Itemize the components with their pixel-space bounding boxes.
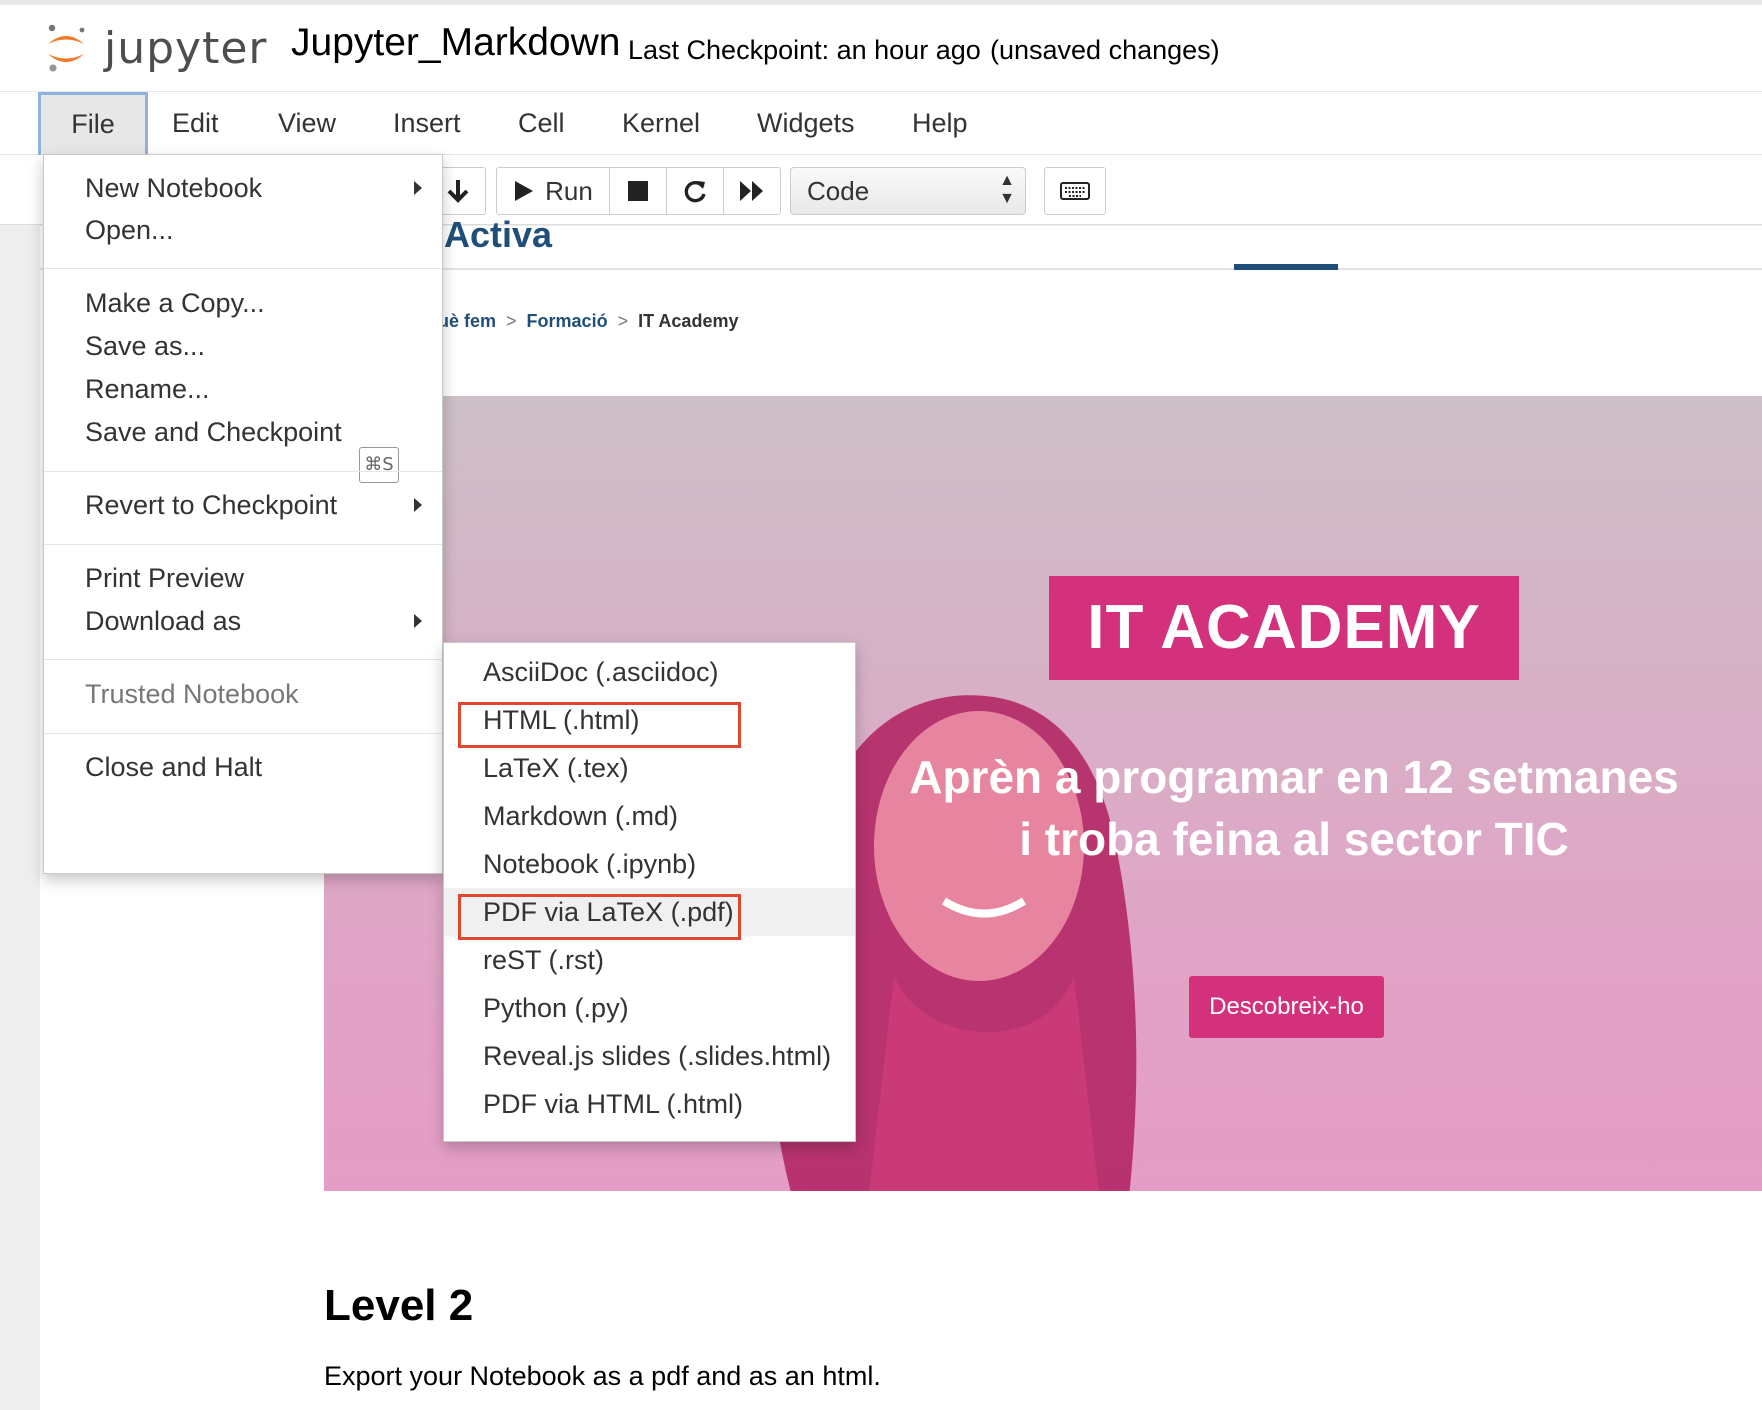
highlight-box-html	[458, 702, 741, 748]
menu-item-print-preview[interactable]: Print Preview	[85, 563, 244, 594]
jupyter-logo[interactable]: jupyter	[44, 17, 268, 79]
breadcrumb-item[interactable]: Formació	[527, 311, 608, 331]
menu-item-make-copy[interactable]: Make a Copy...	[85, 288, 265, 319]
file-menu-dropdown: New Notebook Open... Make a Copy... Save…	[43, 154, 443, 874]
menu-item-rename[interactable]: Rename...	[85, 374, 210, 405]
restart-icon	[684, 180, 706, 203]
notebook-name[interactable]: Jupyter_Markdown	[291, 21, 620, 65]
highlight-box-pdf-latex	[458, 894, 741, 940]
download-notebook[interactable]: Notebook (.ipynb)	[444, 840, 855, 888]
run-label: Run	[545, 175, 593, 206]
run-button[interactable]: Run	[496, 167, 610, 215]
menu-item-save-as[interactable]: Save as...	[85, 331, 205, 362]
menu-divider	[44, 471, 442, 472]
keyboard-icon	[1060, 182, 1090, 200]
checkpoint-status: Last Checkpoint: an hour ago	[628, 35, 981, 65]
download-rest[interactable]: reST (.rst)	[444, 936, 855, 984]
fast-forward-icon	[740, 181, 763, 201]
site-nav-active-indicator	[1234, 264, 1338, 270]
menu-widgets[interactable]: Widgets	[757, 92, 855, 155]
menu-edit[interactable]: Edit	[172, 92, 219, 155]
restart-run-all-button[interactable]	[723, 167, 781, 215]
interrupt-kernel-button[interactable]	[609, 167, 667, 215]
chevron-right-icon: >	[506, 311, 517, 331]
command-palette-button[interactable]	[1044, 167, 1106, 215]
restart-kernel-button[interactable]	[666, 167, 724, 215]
menu-item-new-notebook[interactable]: New Notebook	[85, 173, 262, 204]
menu-insert[interactable]: Insert	[393, 92, 461, 155]
menu-item-trusted-notebook: Trusted Notebook	[85, 679, 299, 709]
site-brand-text: Activa	[444, 214, 553, 255]
menu-divider	[44, 268, 442, 269]
chevron-right-icon: >	[617, 311, 629, 331]
menu-view[interactable]: View	[278, 92, 336, 155]
download-as-submenu: AsciiDoc (.asciidoc) HTML (.html) LaTeX …	[443, 642, 856, 1142]
download-latex[interactable]: LaTeX (.tex)	[444, 744, 855, 792]
menu-item-revert-checkpoint[interactable]: Revert to Checkpoint	[85, 490, 337, 521]
stop-icon	[628, 181, 648, 201]
caret-right-icon	[414, 181, 422, 195]
menu-item-save-checkpoint[interactable]: Save and Checkpoint	[85, 417, 342, 448]
menubar: File Edit View Insert Cell Kernel Widget…	[0, 92, 1762, 155]
menu-file[interactable]: File	[38, 92, 148, 155]
menu-divider	[44, 544, 442, 545]
menu-cell[interactable]: Cell	[518, 92, 565, 155]
download-pdf-html[interactable]: PDF via HTML (.html)	[444, 1080, 855, 1128]
autosave-status: (unsaved changes)	[990, 35, 1220, 65]
breadcrumb: uè fem > Formació > IT Academy	[438, 311, 738, 332]
breadcrumb-current: IT Academy	[638, 311, 739, 331]
download-python[interactable]: Python (.py)	[444, 984, 855, 1032]
header: jupyter Jupyter_Markdown Last Checkpoint…	[0, 0, 1762, 92]
caret-right-icon	[414, 498, 422, 512]
arrow-down-icon	[447, 180, 469, 203]
jupyter-logo-text: jupyter	[104, 22, 268, 74]
cell-type-select[interactable]: Code ▲ ▼	[790, 167, 1026, 215]
menu-divider	[44, 733, 442, 734]
hero-headline: Aprèn a programar en 12 setmanes i troba…	[909, 751, 1679, 865]
menu-kernel[interactable]: Kernel	[622, 92, 700, 155]
select-arrows-icon: ▲ ▼	[999, 172, 1015, 207]
cell-type-value: Code	[807, 176, 870, 206]
markdown-heading: Level 2	[324, 1281, 474, 1330]
save-shortcut-badge: ⌘S	[359, 447, 399, 483]
it-academy-badge: IT ACADEMY	[1049, 576, 1519, 680]
discover-button[interactable]: Descobreix-ho	[1189, 976, 1384, 1038]
menu-item-open[interactable]: Open...	[85, 215, 174, 246]
caret-right-icon	[414, 614, 422, 628]
download-reveal-slides[interactable]: Reveal.js slides (.slides.html)	[444, 1032, 855, 1080]
markdown-paragraph: Export your Notebook as a pdf and as an …	[324, 1361, 881, 1391]
menu-divider	[44, 659, 442, 660]
menu-help[interactable]: Help	[912, 92, 968, 155]
play-icon	[515, 181, 534, 201]
download-markdown[interactable]: Markdown (.md)	[444, 792, 855, 840]
menu-item-close-halt[interactable]: Close and Halt	[85, 752, 262, 783]
breadcrumb-item[interactable]: uè fem	[438, 311, 496, 331]
download-asciidoc[interactable]: AsciiDoc (.asciidoc)	[444, 648, 855, 696]
menu-item-download-as[interactable]: Download as	[85, 606, 241, 637]
jupyter-logo-icon	[48, 24, 85, 72]
